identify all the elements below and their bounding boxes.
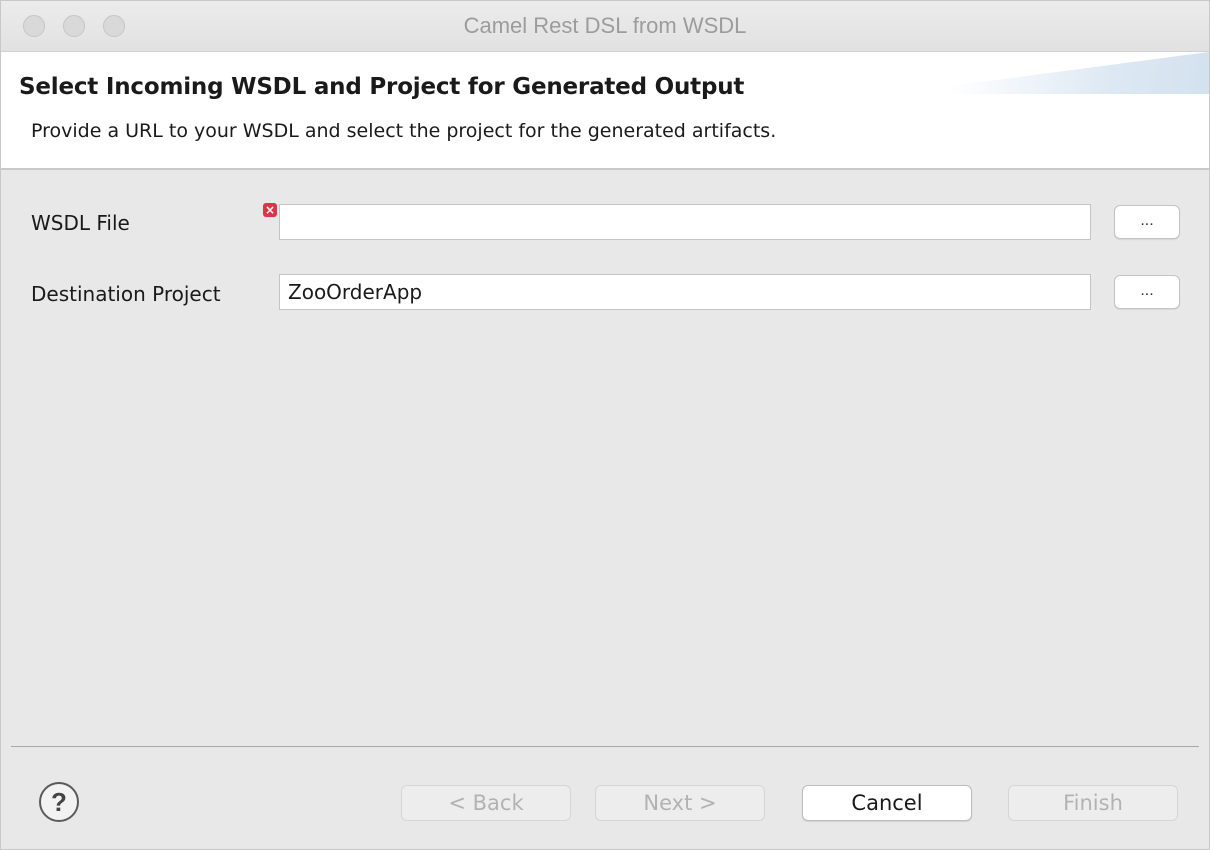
destination-project-input[interactable]	[279, 274, 1091, 310]
wizard-dialog: Camel Rest DSL from WSDL Select Incoming…	[0, 0, 1210, 850]
back-button[interactable]: < Back	[401, 785, 571, 821]
banner-graphic	[889, 52, 1209, 94]
cancel-button[interactable]: Cancel	[802, 785, 972, 821]
window-title: Camel Rest DSL from WSDL	[463, 13, 747, 38]
footer-divider	[11, 746, 1199, 747]
finish-button[interactable]: Finish	[1008, 785, 1178, 821]
help-icon[interactable]: ?	[39, 782, 79, 822]
title-bar: Camel Rest DSL from WSDL	[1, 1, 1209, 52]
page-title: Select Incoming WSDL and Project for Gen…	[19, 74, 745, 100]
wsdl-file-input[interactable]	[279, 204, 1091, 240]
wsdl-browse-button[interactable]: ...	[1114, 205, 1180, 239]
project-browse-button[interactable]: ...	[1114, 275, 1180, 309]
error-icon: ×	[263, 203, 277, 217]
wizard-header: Select Incoming WSDL and Project for Gen…	[1, 52, 1209, 170]
page-description: Provide a URL to your WSDL and select th…	[31, 120, 777, 142]
destination-project-label: Destination Project	[31, 282, 221, 306]
wsdl-file-label: WSDL File	[31, 211, 130, 235]
next-button[interactable]: Next >	[595, 785, 765, 821]
